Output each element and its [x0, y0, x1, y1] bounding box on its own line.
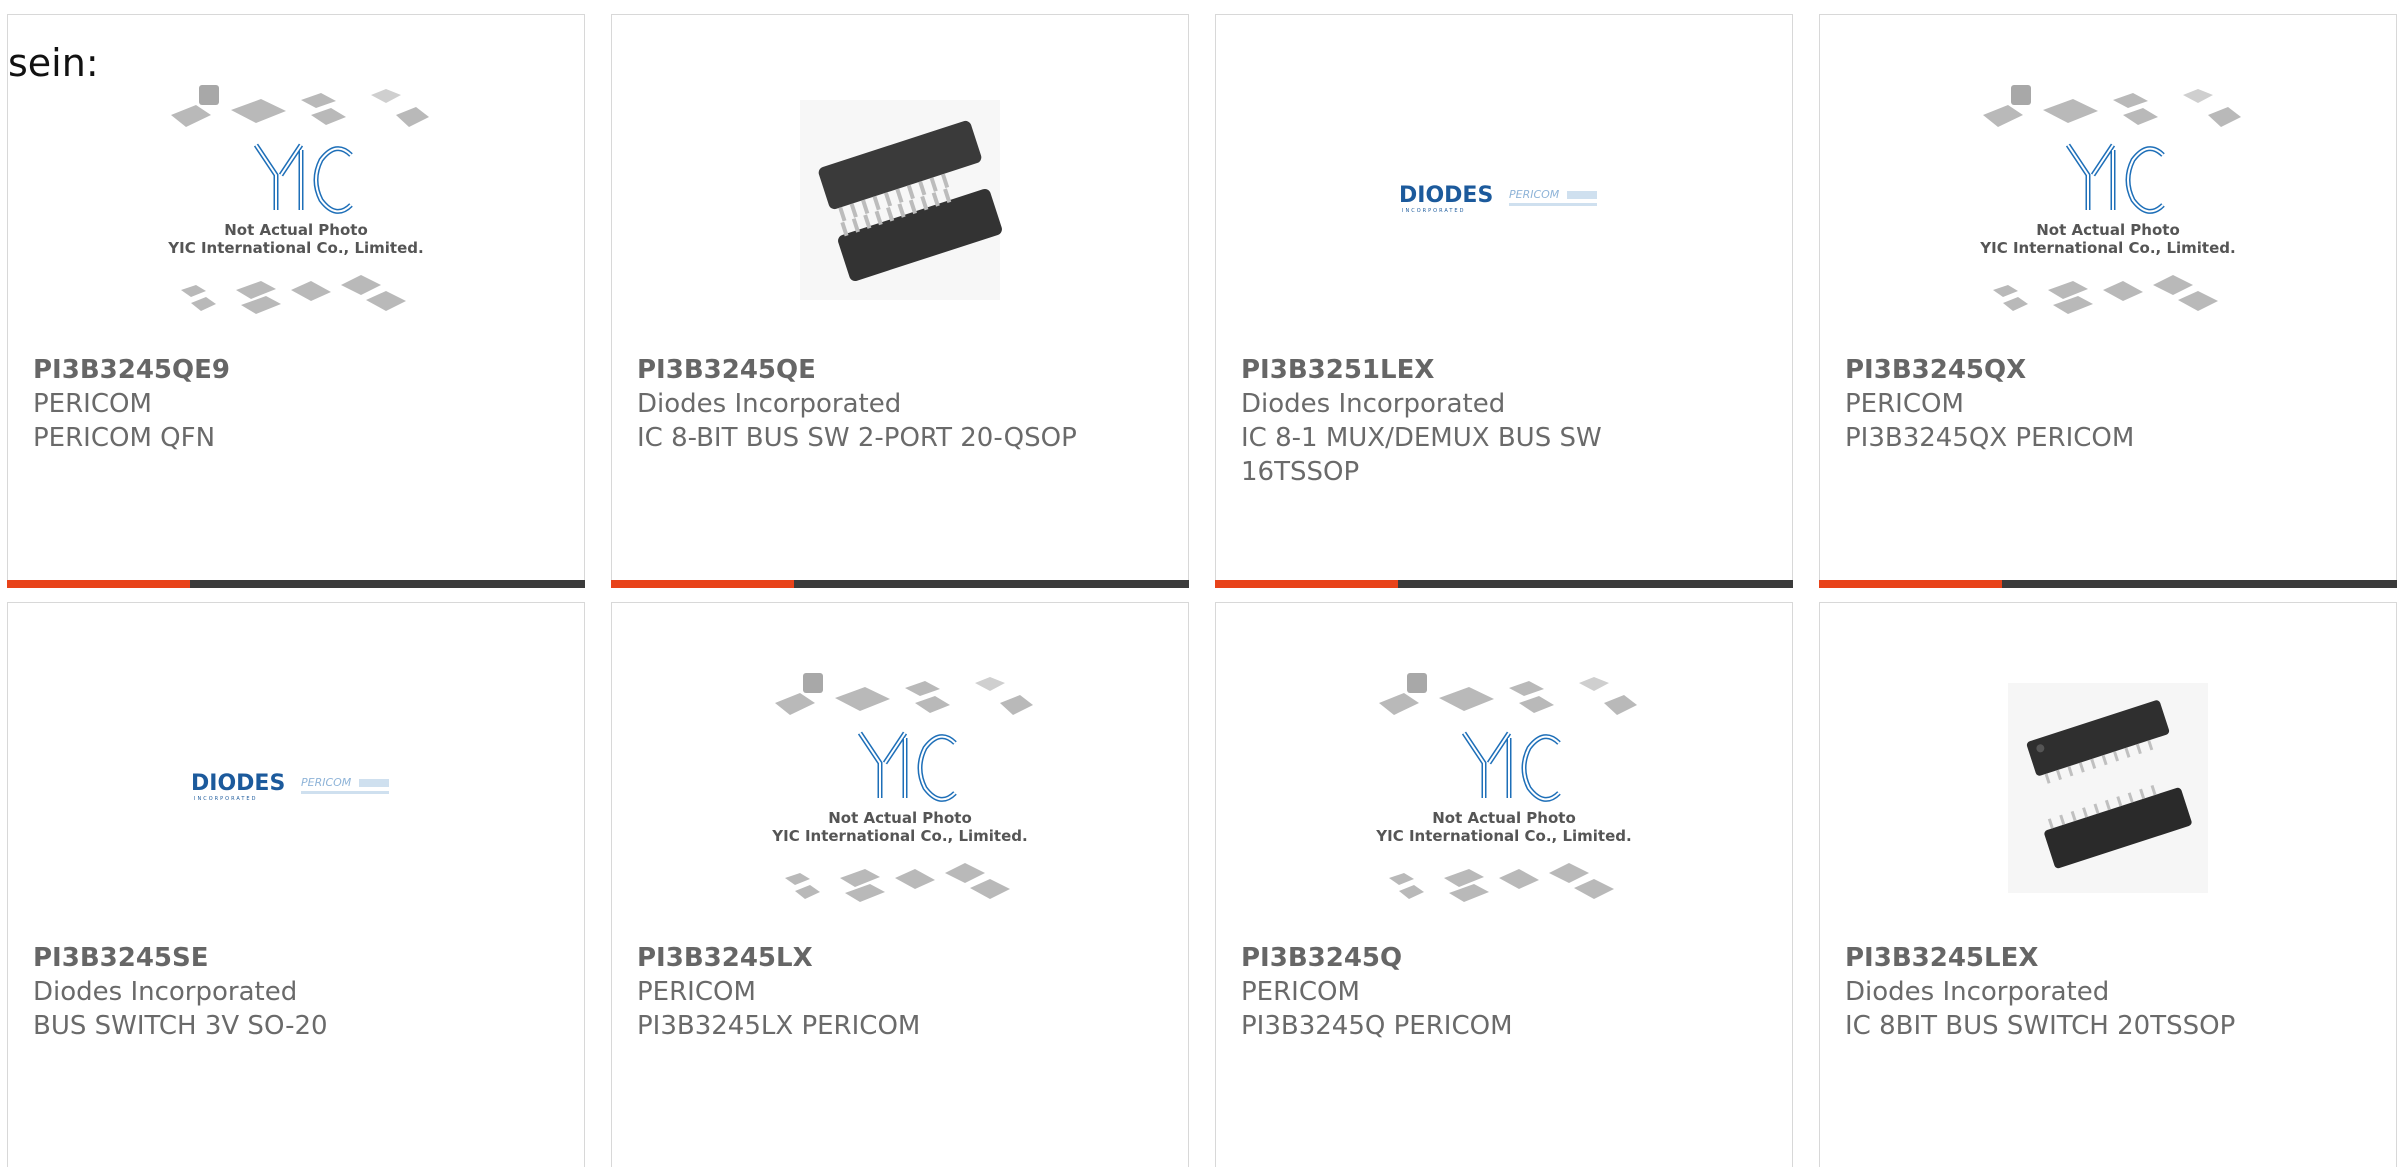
product-card[interactable]: Not Actual Photo YIC International Co., …: [1819, 14, 2397, 588]
product-info: PI3B3245LX PERICOM PI3B3245LX PERICOM: [637, 941, 1077, 1043]
manufacturer: PERICOM: [33, 389, 152, 419]
manufacturer: Diodes Incorporated: [33, 977, 298, 1007]
product-image[interactable]: DIODES INCORPORATED PERICOM: [8, 633, 584, 943]
description: PI3B3245QX PERICOM: [1845, 423, 2135, 453]
product-image[interactable]: Not Actual Photo YIC International Co., …: [1216, 633, 1792, 943]
placeholder-line1: Not Actual Photo: [224, 221, 368, 239]
bar-rest: [794, 580, 1189, 588]
description: PI3B3245LX PERICOM: [637, 1011, 921, 1041]
placeholder-line1: Not Actual Photo: [1432, 809, 1576, 827]
product-info: PI3B3245LEX Diodes Incorporated IC 8BIT …: [1845, 941, 2285, 1043]
description: PI3B3245Q PERICOM: [1241, 1011, 1513, 1041]
yic-placeholder-icon: Not Actual Photo YIC International Co., …: [1979, 85, 2241, 314]
product-card[interactable]: PI3B3245LEX Diodes Incorporated IC 8BIT …: [1819, 602, 2397, 1167]
bar-accent: [1215, 580, 1398, 588]
product-image[interactable]: DIODES INCORPORATED PERICOM: [1216, 45, 1792, 355]
diodes-sub-text: INCORPORATED: [1402, 208, 1465, 214]
pericom-logo-text: PERICOM: [301, 776, 352, 789]
product-image[interactable]: Not Actual Photo YIC International Co., …: [8, 45, 584, 355]
diodes-pericom-logo: DIODES INCORPORATED PERICOM: [191, 771, 389, 802]
bar-accent: [1819, 580, 2002, 588]
part-number[interactable]: PI3B3245Q: [1241, 941, 1681, 975]
qsop-chip-icon: [800, 100, 1002, 300]
diodes-sub-text: INCORPORATED: [194, 796, 257, 802]
placeholder-line1: Not Actual Photo: [828, 809, 972, 827]
manufacturer: PERICOM: [637, 977, 756, 1007]
pericom-logo-text: PERICOM: [1509, 188, 1560, 201]
manufacturer: PERICOM: [1845, 389, 1964, 419]
product-image[interactable]: Not Actual Photo YIC International Co., …: [612, 633, 1188, 943]
part-number[interactable]: PI3B3245QX: [1845, 353, 2285, 387]
placeholder-line2: YIC International Co., Limited.: [771, 827, 1027, 845]
diodes-pericom-logo: DIODES INCORPORATED PERICOM: [1399, 183, 1597, 214]
part-number[interactable]: PI3B3245SE: [33, 941, 473, 975]
tssop-chip-icon: [2008, 683, 2208, 893]
product-card[interactable]: Not Actual Photo YIC International Co., …: [1215, 602, 1793, 1167]
yic-placeholder-icon: Not Actual Photo YIC International Co., …: [1375, 673, 1637, 902]
bar-rest: [190, 580, 585, 588]
description: IC 8BIT BUS SWITCH 20TSSOP: [1845, 1011, 2236, 1041]
product-card[interactable]: Not Actual Photo YIC International Co., …: [611, 602, 1189, 1167]
bar-accent: [611, 580, 794, 588]
product-grid-page: sein: Not Actual Photo YIC International…: [0, 0, 2400, 1167]
product-image[interactable]: [1820, 633, 2396, 943]
card-progress-bar: [1215, 580, 1793, 588]
product-info: PI3B3245QE Diodes Incorporated IC 8-BIT …: [637, 353, 1077, 455]
yic-placeholder-icon: Not Actual Photo YIC International Co., …: [167, 85, 429, 314]
placeholder-line2: YIC International Co., Limited.: [1979, 239, 2235, 257]
description: BUS SWITCH 3V SO-20: [33, 1011, 328, 1041]
manufacturer: Diodes Incorporated: [1845, 977, 2110, 1007]
product-info: PI3B3251LEX Diodes Incorporated IC 8-1 M…: [1241, 353, 1681, 489]
yic-placeholder-icon: Not Actual Photo YIC International Co., …: [771, 673, 1033, 902]
bar-accent: [7, 580, 190, 588]
card-progress-bar: [7, 580, 585, 588]
diodes-logo-text: DIODES: [191, 771, 285, 796]
card-progress-bar: [611, 580, 1189, 588]
bar-rest: [1398, 580, 1793, 588]
placeholder-line2: YIC International Co., Limited.: [167, 239, 423, 257]
manufacturer: PERICOM: [1241, 977, 1360, 1007]
description: PERICOM QFN: [33, 423, 216, 453]
product-info: PI3B3245Q PERICOM PI3B3245Q PERICOM: [1241, 941, 1681, 1043]
part-number[interactable]: PI3B3245QE: [637, 353, 1077, 387]
product-info: PI3B3245QX PERICOM PI3B3245QX PERICOM: [1845, 353, 2285, 455]
product-card[interactable]: PI3B3245QE Diodes Incorporated IC 8-BIT …: [611, 14, 1189, 588]
product-info: PI3B3245QE9 PERICOM PERICOM QFN: [33, 353, 473, 455]
bar-rest: [2002, 580, 2397, 588]
part-number[interactable]: PI3B3245QE9: [33, 353, 473, 387]
description: IC 8-1 MUX/DEMUX BUS SW 16TSSOP: [1241, 423, 1602, 487]
card-progress-bar: [1819, 580, 2397, 588]
product-card[interactable]: DIODES INCORPORATED PERICOM PI3B3245SE D…: [7, 602, 585, 1167]
part-number[interactable]: PI3B3251LEX: [1241, 353, 1681, 387]
placeholder-line1: Not Actual Photo: [2036, 221, 2180, 239]
description: IC 8-BIT BUS SW 2-PORT 20-QSOP: [637, 423, 1077, 453]
product-info: PI3B3245SE Diodes Incorporated BUS SWITC…: [33, 941, 473, 1043]
part-number[interactable]: PI3B3245LEX: [1845, 941, 2285, 975]
part-number[interactable]: PI3B3245LX: [637, 941, 1077, 975]
placeholder-line2: YIC International Co., Limited.: [1375, 827, 1631, 845]
product-image[interactable]: [612, 45, 1188, 355]
manufacturer: Diodes Incorporated: [1241, 389, 1506, 419]
product-card[interactable]: DIODES INCORPORATED PERICOM PI3B3251LEX …: [1215, 14, 1793, 588]
manufacturer: Diodes Incorporated: [637, 389, 902, 419]
diodes-logo-text: DIODES: [1399, 183, 1493, 208]
product-grid: Not Actual Photo YIC International Co., …: [7, 14, 2397, 1167]
intro-text: sein:: [8, 41, 99, 85]
product-card[interactable]: Not Actual Photo YIC International Co., …: [7, 14, 585, 588]
product-image[interactable]: Not Actual Photo YIC International Co., …: [1820, 45, 2396, 355]
